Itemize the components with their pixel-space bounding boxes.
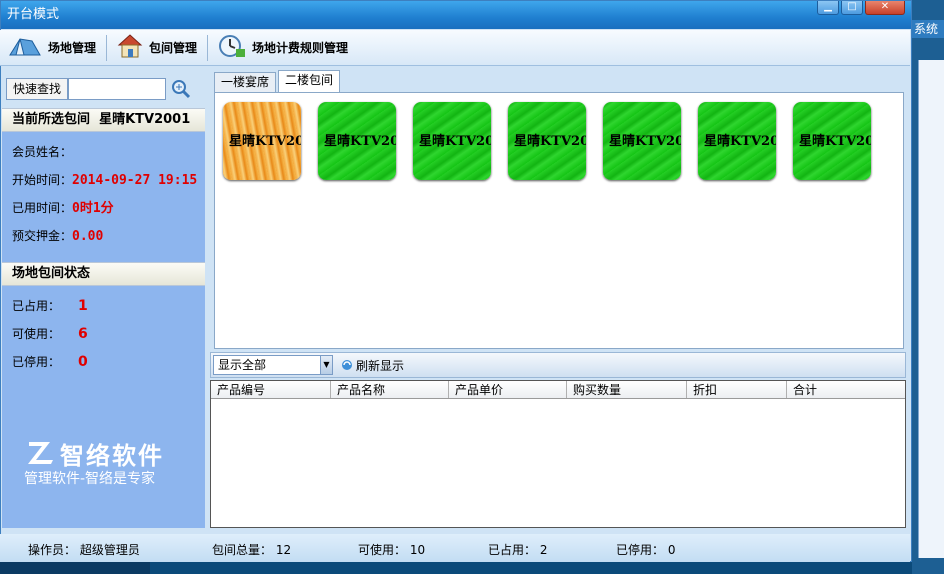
company-logo: 智络软件 管理软件-智络是专家 — [24, 436, 194, 496]
column-header-product-name[interactable]: 产品名称 — [331, 381, 449, 398]
status-total-rooms: 包间总量： 12 — [212, 543, 292, 557]
toolbar-venue-label: 场地管理 — [48, 41, 97, 55]
refresh-icon — [342, 360, 352, 370]
toolbar-venue-management-button[interactable]: 场地管理 — [0, 32, 104, 64]
close-button[interactable]: ✕ — [865, 1, 905, 15]
available-label: 可使用： — [12, 327, 61, 341]
floor-tabs: 一楼宴席 二楼包间 — [210, 70, 908, 92]
deposit-label: 预交押金： — [12, 229, 73, 243]
title-bar: 开台模式 ▁ □ ✕ — [1, 1, 911, 29]
refresh-label: 刷新显示 — [356, 358, 405, 373]
column-header-product-code[interactable]: 产品编号 — [211, 381, 331, 398]
disabled-count: 0 — [78, 354, 88, 370]
column-header-discount[interactable]: 折扣 — [687, 381, 787, 398]
column-header-total[interactable]: 合计 — [787, 381, 905, 398]
room-status-header: 场地包间状态 — [2, 262, 205, 286]
background-panel — [918, 60, 944, 558]
quick-search-label: 快速查找 — [6, 78, 69, 100]
maximize-button[interactable]: □ — [841, 1, 863, 15]
logo-mark-icon — [28, 442, 53, 464]
room-grid: 星晴KTV20 星晴KTV20 星晴KTV20 星晴KTV20 星晴KTV20 … — [214, 92, 904, 349]
toolbar-divider — [207, 34, 209, 61]
room-status-info: 已占用： 1 可使用： 6 已停用： 0 — [2, 286, 205, 376]
status-disabled: 已停用： 0 — [616, 543, 676, 557]
logo-name: 智络软件 — [60, 442, 164, 470]
toolbar-divider — [106, 34, 108, 61]
status-available: 可使用： 10 — [358, 543, 426, 557]
display-filter-value: 显示全部 — [218, 358, 267, 372]
room-label: 星晴KTV20 — [419, 134, 491, 149]
room-tile-free[interactable]: 星晴KTV20 — [413, 102, 491, 180]
column-header-quantity[interactable]: 购买数量 — [567, 381, 687, 398]
used-time-value: 0时1分 — [72, 201, 114, 216]
deposit-value: 0.00 — [72, 229, 104, 244]
start-time-label: 开始时间： — [12, 173, 73, 187]
room-tile-free[interactable]: 星晴KTV20 — [603, 102, 681, 180]
room-tile-occupied[interactable]: 星晴KTV20 — [223, 102, 301, 180]
current-room-info: 会员姓名： 开始时间：2014-09-27 19:15 已用时间：0时1分 预交… — [2, 132, 205, 250]
occupied-label: 已占用： — [12, 299, 61, 313]
search-icon[interactable] — [170, 78, 194, 100]
status-bar: 操作员： 超级管理员 包间总量： 12 可使用： 10 已占用： 2 已停用： … — [0, 534, 910, 562]
room-label: 星晴KTV20 — [324, 134, 396, 149]
status-operator: 操作员： 超级管理员 — [28, 543, 140, 557]
room-label: 星晴KTV20 — [229, 134, 301, 149]
member-label: 会员姓名： — [12, 145, 73, 159]
product-table: 产品编号 产品名称 产品单价 购买数量 折扣 合计 — [210, 380, 906, 528]
background-taskbar — [0, 562, 150, 574]
quick-search-bar: 快速查找 — [2, 70, 205, 108]
background-tab-system[interactable]: 系统 — [912, 20, 944, 38]
tent-icon — [8, 35, 42, 60]
window-title: 开台模式 — [7, 7, 60, 22]
toolbar: 场地管理 包间管理 场地计费规则管理 — [0, 30, 910, 66]
tab-floor-1[interactable]: 一楼宴席 — [214, 72, 277, 92]
room-label: 星晴KTV20 — [799, 134, 871, 149]
room-tile-free[interactable]: 星晴KTV20 — [793, 102, 871, 180]
house-icon — [117, 33, 143, 62]
available-count: 6 — [78, 326, 88, 342]
display-filter-select[interactable]: 显示全部 ▼ — [213, 355, 333, 375]
background-desktop: 系统 — [912, 0, 944, 574]
tab-floor-2[interactable]: 二楼包间 — [278, 70, 341, 92]
room-tile-free[interactable]: 星晴KTV20 — [698, 102, 776, 180]
chevron-down-icon[interactable]: ▼ — [320, 356, 332, 374]
toolbar-room-label: 包间管理 — [149, 41, 198, 55]
room-label: 星晴KTV20 — [609, 134, 681, 149]
current-room-header-label: 当前所选包间 — [12, 112, 91, 127]
disabled-label: 已停用： — [12, 355, 61, 369]
room-label: 星晴KTV20 — [704, 134, 776, 149]
room-label: 星晴KTV20 — [514, 134, 586, 149]
toolbar-billing-rules-button[interactable]: 场地计费规则管理 — [210, 32, 356, 64]
start-time-value: 2014-09-27 19:15 — [72, 173, 198, 188]
current-room-name: 星晴KTV2001 — [99, 112, 191, 127]
left-panel: 快速查找 当前所选包间 星晴KTV2001 会员姓名： 开始时间：2014-09… — [2, 70, 205, 528]
room-tile-free[interactable]: 星晴KTV20 — [318, 102, 396, 180]
toolbar-billing-label: 场地计费规则管理 — [252, 41, 349, 55]
current-room-header: 当前所选包间 星晴KTV2001 — [2, 108, 205, 132]
occupied-count: 1 — [78, 298, 88, 314]
toolbar-room-management-button[interactable]: 包间管理 — [109, 32, 205, 64]
product-filter-bar: 显示全部 ▼ 刷新显示 — [210, 352, 906, 378]
quick-search-input[interactable] — [68, 78, 167, 100]
logo-slogan: 管理软件-智络是专家 — [24, 471, 156, 487]
product-table-header: 产品编号 产品名称 产品单价 购买数量 折扣 合计 — [211, 381, 905, 399]
used-time-label: 已用时间： — [12, 201, 73, 215]
refresh-button[interactable]: 刷新显示 — [341, 357, 404, 374]
room-area: 一楼宴席 二楼包间 星晴KTV20 星晴KTV20 星晴KTV20 星晴KTV2… — [210, 70, 908, 350]
clock-icon — [218, 33, 246, 62]
room-tile-free[interactable]: 星晴KTV20 — [508, 102, 586, 180]
status-occupied: 已占用： 2 — [488, 543, 548, 557]
column-header-unit-price[interactable]: 产品单价 — [449, 381, 567, 398]
minimize-button[interactable]: ▁ — [817, 1, 839, 15]
